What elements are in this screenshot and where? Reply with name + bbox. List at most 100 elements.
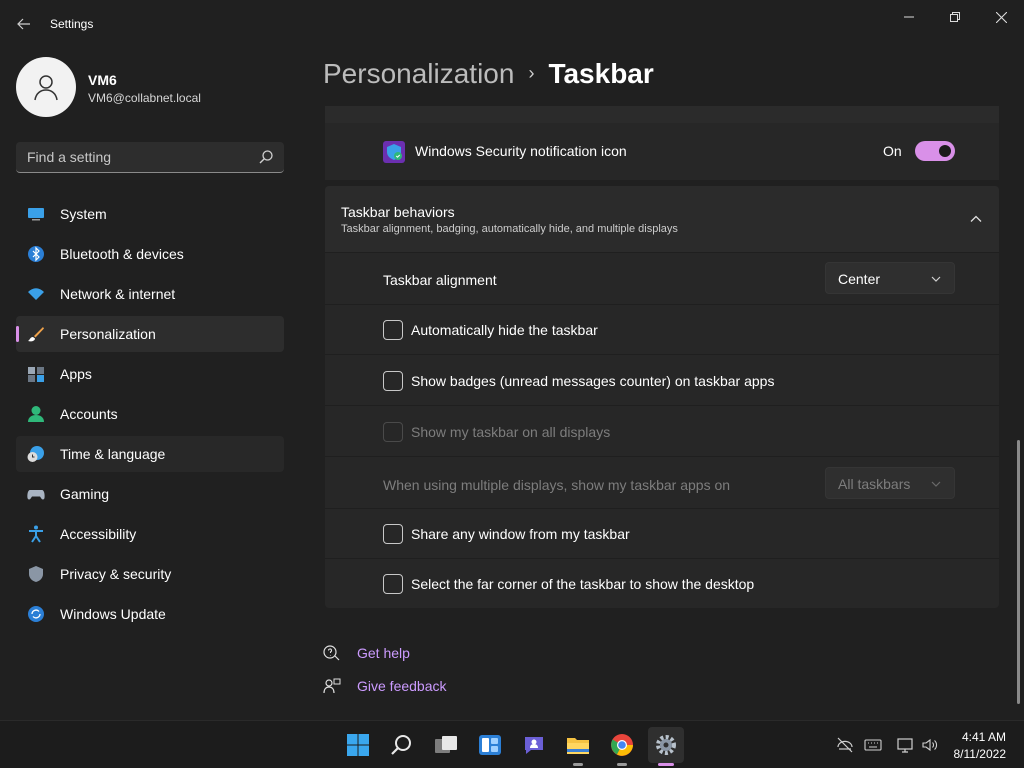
keyboard-icon[interactable]	[864, 736, 882, 754]
taskbar-behaviors-header[interactable]: Taskbar behaviors Taskbar alignment, bad…	[325, 186, 999, 252]
sidebar-item-accessibility[interactable]: Accessibility	[16, 516, 284, 552]
gamepad-icon	[27, 490, 45, 500]
sidebar-item-label: Apps	[60, 366, 92, 382]
back-button[interactable]	[12, 12, 36, 36]
sidebar-item-apps[interactable]: Apps	[16, 356, 284, 392]
globe-clock-icon	[27, 446, 44, 462]
windows-security-icon	[383, 141, 405, 163]
taskbar-alignment-label: Taskbar alignment	[383, 272, 497, 288]
security-notification-toggle[interactable]	[915, 141, 955, 161]
chrome-icon	[611, 734, 633, 756]
badges-row: Show badges (unread messages counter) on…	[325, 354, 999, 405]
sidebar-item-network[interactable]: Network & internet	[16, 276, 284, 312]
start-button[interactable]	[340, 727, 376, 763]
badges-label: Show badges (unread messages counter) on…	[411, 373, 775, 389]
sidebar-item-windows-update[interactable]: Windows Update	[16, 596, 284, 632]
clock-time[interactable]: 4:41 AM	[940, 730, 1006, 744]
user-name: VM6	[88, 72, 117, 88]
sidebar-item-label: Network & internet	[60, 286, 176, 302]
accessibility-icon	[29, 525, 43, 543]
chevron-up-icon[interactable]	[969, 212, 983, 226]
restore-button[interactable]	[932, 6, 978, 28]
sidebar-item-label: Bluetooth & devices	[60, 246, 184, 262]
active-indicator	[16, 326, 19, 342]
share-window-row: Share any window from my taskbar	[325, 508, 999, 558]
toggle-knob	[939, 145, 951, 157]
network-offline-icon[interactable]	[836, 736, 854, 754]
volume-icon[interactable]	[921, 736, 939, 754]
sidebar-item-label: Accessibility	[60, 526, 137, 542]
taskbar-search-button[interactable]	[384, 727, 420, 763]
auto-hide-label: Automatically hide the taskbar	[411, 322, 598, 338]
active-app-indicator	[658, 763, 674, 766]
dropdown-value: Center	[838, 271, 881, 287]
far-corner-checkbox[interactable]	[383, 574, 403, 594]
sidebar-item-label: Personalization	[60, 326, 156, 342]
sidebar-item-label: Windows Update	[60, 606, 166, 622]
section-subtitle: Taskbar alignment, badging, automaticall…	[341, 223, 678, 235]
sidebar-item-label: Gaming	[60, 486, 110, 502]
display-network-icon[interactable]	[897, 736, 915, 754]
toggle-state-label: On	[883, 143, 902, 159]
give-feedback-text[interactable]: Give feedback	[357, 678, 447, 694]
sidebar-item-system[interactable]: System	[16, 196, 284, 232]
accounts-icon	[28, 406, 44, 422]
help-icon	[323, 645, 340, 661]
breadcrumb-parent[interactable]: Personalization	[323, 58, 514, 89]
running-indicator	[573, 763, 583, 766]
minimize-button[interactable]	[886, 6, 932, 28]
search-icon	[391, 735, 411, 755]
taskbar-alignment-dropdown[interactable]: Center	[825, 262, 955, 294]
avatar[interactable]	[16, 57, 76, 117]
sidebar-item-time-language[interactable]: Time & language	[16, 436, 284, 472]
sidebar-item-label: Time & language	[60, 446, 166, 462]
user-icon	[34, 75, 58, 101]
chevron-down-icon	[931, 276, 941, 282]
close-icon	[995, 11, 1007, 23]
search-icon[interactable]	[258, 149, 274, 165]
search-input[interactable]	[16, 142, 256, 172]
close-button[interactable]	[978, 6, 1024, 28]
sidebar-item-bluetooth[interactable]: Bluetooth & devices	[16, 236, 284, 272]
widgets-button[interactable]	[472, 727, 508, 763]
multi-display-row: When using multiple displays, show my ta…	[325, 456, 999, 508]
file-explorer-button[interactable]	[560, 727, 596, 766]
all-displays-row: Show my taskbar on all displays	[325, 405, 999, 456]
bluetooth-icon	[28, 246, 44, 262]
breadcrumb: Personalization › Taskbar	[323, 58, 654, 90]
multi-display-label: When using multiple displays, show my ta…	[383, 477, 731, 493]
task-view-button[interactable]	[428, 727, 464, 763]
multi-display-dropdown: All taskbars	[825, 467, 955, 499]
clock-date[interactable]: 8/11/2022	[940, 747, 1007, 761]
page-title: Taskbar	[548, 58, 654, 89]
settings-taskbar-button[interactable]	[648, 727, 684, 766]
far-corner-row: Select the far corner of the taskbar to …	[325, 558, 999, 608]
search-box	[16, 142, 284, 173]
sidebar-item-label: Privacy & security	[60, 566, 172, 582]
security-card: Windows Security notification icon On	[325, 106, 999, 180]
sidebar-item-personalization[interactable]: Personalization	[16, 316, 284, 352]
badges-checkbox[interactable]	[383, 371, 403, 391]
sidebar-item-gaming[interactable]: Gaming	[16, 476, 284, 512]
share-window-label: Share any window from my taskbar	[411, 526, 630, 542]
wifi-icon	[28, 288, 44, 300]
shield-icon	[29, 566, 43, 582]
system-icon	[28, 208, 44, 221]
get-help-text[interactable]: Get help	[357, 645, 410, 661]
update-icon	[28, 606, 44, 622]
section-title: Taskbar behaviors	[341, 204, 455, 220]
feedback-icon	[323, 678, 341, 694]
all-displays-label: Show my taskbar on all displays	[411, 424, 611, 440]
chrome-button[interactable]	[604, 727, 640, 766]
sidebar-item-accounts[interactable]: Accounts	[16, 396, 284, 432]
widgets-icon	[479, 735, 501, 755]
file-explorer-icon	[567, 738, 589, 754]
auto-hide-checkbox[interactable]	[383, 320, 403, 340]
chevron-down-icon	[931, 481, 941, 487]
scrollbar-thumb[interactable]	[1017, 440, 1020, 704]
sidebar-item-privacy[interactable]: Privacy & security	[16, 556, 284, 592]
share-window-checkbox[interactable]	[383, 524, 403, 544]
apps-icon	[28, 367, 44, 382]
taskbar-alignment-row: Taskbar alignment Center	[325, 252, 999, 304]
chat-button[interactable]	[516, 727, 552, 763]
